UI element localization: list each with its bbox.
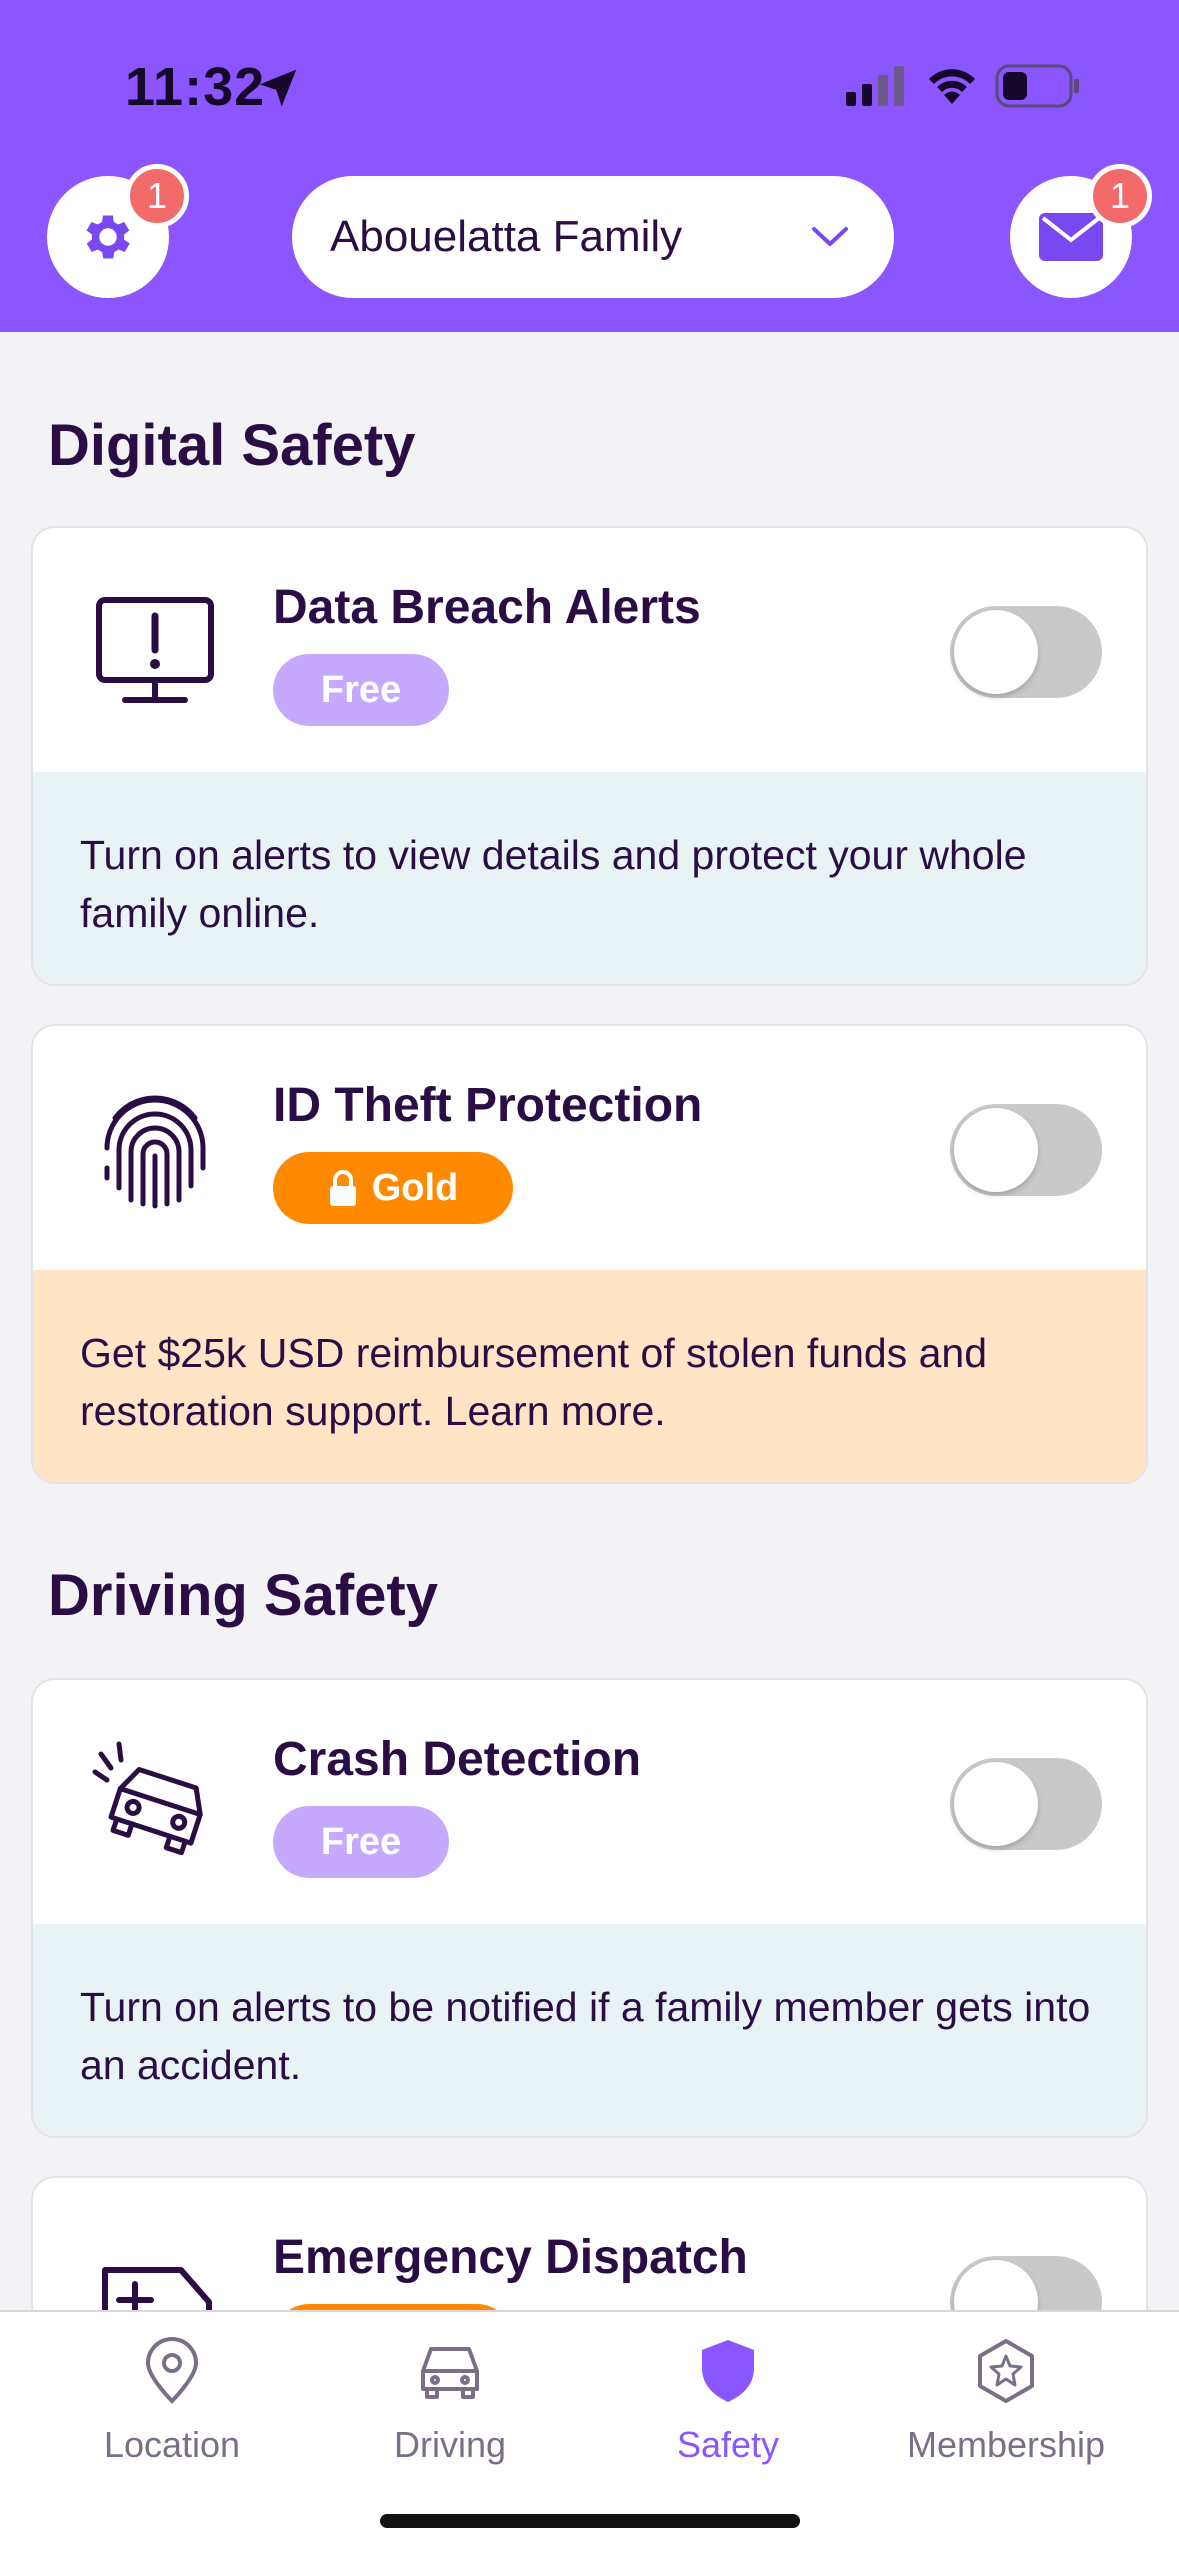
car-icon (421, 2347, 479, 2399)
battery-icon (995, 64, 1079, 108)
feature-card-crash-detection: Crash Detection Free Turn on alerts to b… (31, 1678, 1148, 2138)
location-pin-icon (145, 2337, 199, 2404)
home-indicator[interactable] (380, 2514, 800, 2528)
star-badge-icon (978, 2339, 1034, 2403)
envelope-icon (1039, 213, 1103, 261)
chevron-down-icon (812, 227, 848, 246)
car-crash-icon (92, 1741, 203, 1856)
shield-icon (702, 2340, 754, 2402)
card-description-learn-more[interactable]: Get $25k USD reimbursement of stolen fun… (33, 1270, 1146, 1482)
card-description: Turn on alerts to view details and prote… (33, 772, 1146, 984)
card-header: Data Breach Alerts Free (33, 528, 1146, 772)
crash-detection-toggle[interactable] (950, 1758, 1102, 1850)
gear-icon (86, 215, 130, 259)
tab-driving[interactable]: Driving (310, 2326, 590, 2466)
wifi-icon (929, 69, 975, 104)
toggle-knob (954, 610, 1038, 694)
data-breach-toggle[interactable] (950, 606, 1102, 698)
top-header: 11:32 1 Abouelatta Family 1 (0, 0, 1179, 332)
family-name: Abouelatta Family (330, 212, 683, 261)
tier-badge-free: Free (273, 654, 449, 726)
tab-label: Membership (906, 2424, 1106, 2465)
section-title-driving-safety: Driving Safety (48, 1563, 438, 1628)
settings-badge: 1 (125, 164, 189, 228)
settings-button[interactable]: 1 (47, 164, 189, 298)
tab-label: Safety (676, 2424, 780, 2465)
section-title-digital-safety: Digital Safety (48, 413, 416, 478)
monitor-alert-icon (96, 597, 214, 703)
tier-label: Gold (371, 1166, 459, 1209)
card-title: Data Breach Alerts (273, 581, 701, 634)
tab-label: Location (103, 2424, 241, 2465)
tab-location[interactable]: Location (32, 2326, 312, 2466)
card-description: Turn on alerts to be notified if a famil… (33, 1924, 1146, 2136)
toggle-knob (954, 1108, 1038, 1192)
id-theft-toggle[interactable] (950, 1104, 1102, 1196)
tab-label: Driving (393, 2424, 507, 2465)
location-arrow-icon (259, 69, 297, 107)
card-header: ID Theft Protection Gold (33, 1026, 1146, 1270)
fingerprint-icon (104, 1095, 206, 1209)
inbox-button[interactable]: 1 (1010, 164, 1152, 298)
feature-card-data-breach: Data Breach Alerts Free Turn on alerts t… (31, 526, 1148, 986)
feature-card-id-theft: ID Theft Protection Gold Get $25k USD re… (31, 1024, 1148, 1484)
cellular-signal-icon (846, 66, 904, 106)
lock-icon (329, 1170, 356, 1206)
inbox-badge: 1 (1088, 164, 1152, 228)
tab-safety[interactable]: Safety (588, 2326, 868, 2466)
family-selector[interactable]: Abouelatta Family (292, 176, 894, 298)
card-title: ID Theft Protection (273, 1079, 703, 1132)
card-title: Emergency Dispatch (273, 2231, 748, 2284)
toggle-knob (954, 1762, 1038, 1846)
tier-badge-free: Free (273, 1806, 449, 1878)
tab-membership[interactable]: Membership (866, 2326, 1146, 2466)
status-bar: 11:32 (0, 0, 1179, 150)
status-time: 11:32 (125, 57, 266, 117)
card-header: Crash Detection Free (33, 1680, 1146, 1924)
tier-badge-gold: Gold (273, 1152, 513, 1224)
card-title: Crash Detection (273, 1733, 642, 1786)
